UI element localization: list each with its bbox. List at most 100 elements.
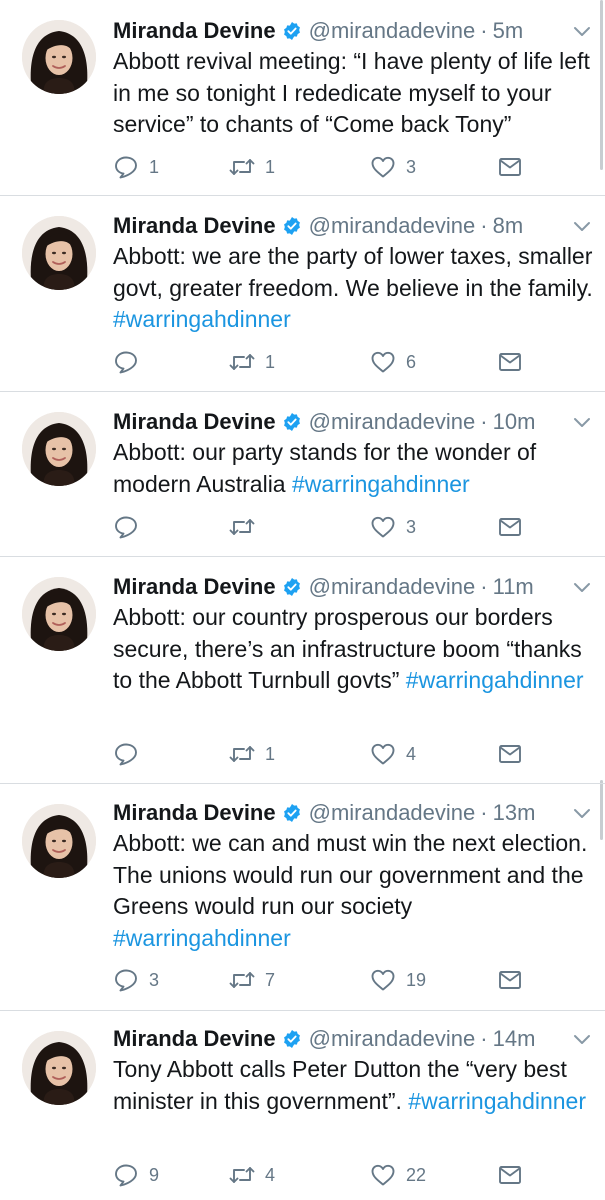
tweet-text: Tony Abbott calls Peter Dutton the “very…: [113, 1054, 593, 1117]
dm-button[interactable]: [497, 512, 523, 542]
reply-button[interactable]: 9: [113, 1160, 159, 1190]
dm-button[interactable]: [497, 739, 523, 769]
dm-button[interactable]: [497, 1160, 523, 1190]
display-name[interactable]: Miranda Devine: [113, 1026, 276, 1052]
envelope-icon: [499, 158, 521, 176]
reply-button[interactable]: [113, 512, 149, 542]
display-name[interactable]: Miranda Devine: [113, 800, 276, 826]
tweet-body: Abbott: we can and must win the next ele…: [113, 830, 588, 919]
tweet[interactable]: Miranda Devine @mirandadevine · 5m Abbot…: [0, 0, 605, 196]
tweet-header: Miranda Devine @mirandadevine · 14m: [113, 1024, 535, 1054]
avatar[interactable]: [22, 1031, 96, 1105]
like-button[interactable]: 6: [370, 347, 416, 377]
handle[interactable]: @mirandadevine: [309, 574, 476, 600]
dm-button[interactable]: [497, 347, 523, 377]
tweet[interactable]: Miranda Devine @mirandadevine · 8m Abbot…: [0, 196, 605, 392]
chevron-down-icon[interactable]: [573, 221, 591, 233]
chevron-down-icon[interactable]: [573, 1034, 591, 1046]
timestamp[interactable]: 11m: [493, 574, 534, 600]
retweet-button[interactable]: [229, 512, 265, 542]
like-button[interactable]: 3: [370, 152, 416, 182]
hashtag-link[interactable]: #warringahdinner: [408, 1088, 586, 1114]
tweet-header: Miranda Devine @mirandadevine · 11m: [113, 572, 534, 602]
timestamp[interactable]: 14m: [493, 1026, 536, 1052]
like-button[interactable]: 4: [370, 739, 416, 769]
reply-button[interactable]: [113, 739, 149, 769]
reply-button[interactable]: [113, 347, 149, 377]
verified-badge-icon: [283, 22, 300, 40]
retweet-button[interactable]: 4: [229, 1160, 275, 1190]
chevron-down-icon[interactable]: [573, 417, 591, 429]
chevron-down-icon[interactable]: [573, 808, 591, 820]
tweet-text: Abbott revival meeting: “I have plenty o…: [113, 46, 593, 141]
retweet-button[interactable]: 7: [229, 965, 275, 995]
hashtag-link[interactable]: #warringahdinner: [292, 471, 470, 497]
handle[interactable]: @mirandadevine: [309, 409, 476, 435]
envelope-icon: [499, 1166, 521, 1184]
retweet-count: 7: [265, 969, 276, 990]
avatar-image: [22, 20, 96, 94]
tweet-actions: 3 7 19: [113, 965, 523, 995]
display-name[interactable]: Miranda Devine: [113, 574, 276, 600]
heart-icon: [371, 1164, 395, 1186]
chevron-down-icon[interactable]: [573, 26, 591, 38]
retweet-icon: [229, 519, 255, 535]
avatar[interactable]: [22, 20, 96, 94]
header-separator: ·: [480, 574, 488, 599]
header-separator: ·: [480, 409, 488, 434]
tweet-body: Abbott: we are the party of lower taxes,…: [113, 243, 593, 301]
hashtag-link[interactable]: #warringahdinner: [113, 925, 291, 951]
tweet[interactable]: Miranda Devine @mirandadevine · 13m Abbo…: [0, 784, 605, 1011]
tweet-header: Miranda Devine @mirandadevine · 8m: [113, 211, 523, 241]
like-count: 3: [406, 516, 417, 537]
heart-icon: [371, 516, 395, 538]
handle[interactable]: @mirandadevine: [309, 800, 476, 826]
avatar[interactable]: [22, 216, 96, 290]
chevron-down-icon[interactable]: [573, 582, 591, 594]
timestamp[interactable]: 10m: [493, 409, 536, 435]
display-name[interactable]: Miranda Devine: [113, 409, 276, 435]
reply-icon: [115, 516, 137, 539]
tweet[interactable]: Miranda Devine @mirandadevine · 10m Abbo…: [0, 392, 605, 557]
reply-count: 9: [149, 1164, 160, 1185]
envelope-icon: [499, 518, 521, 536]
timestamp[interactable]: 13m: [493, 800, 536, 826]
avatar[interactable]: [22, 577, 96, 651]
timestamp[interactable]: 8m: [493, 213, 524, 239]
verified-badge-icon: [283, 578, 300, 596]
reply-icon: [115, 969, 137, 992]
dm-button[interactable]: [497, 965, 523, 995]
like-button[interactable]: 3: [370, 512, 416, 542]
handle[interactable]: @mirandadevine: [309, 213, 476, 239]
like-button[interactable]: 19: [370, 965, 426, 995]
tweet-actions: 1 4: [113, 739, 523, 769]
retweet-count: 1: [265, 743, 276, 764]
handle[interactable]: @mirandadevine: [309, 18, 476, 44]
retweet-button[interactable]: 1: [229, 739, 275, 769]
handle[interactable]: @mirandadevine: [309, 1026, 476, 1052]
like-button[interactable]: 22: [370, 1160, 426, 1190]
avatar[interactable]: [22, 412, 96, 486]
retweet-button[interactable]: 1: [229, 347, 275, 377]
heart-icon: [371, 351, 395, 373]
display-name[interactable]: Miranda Devine: [113, 18, 276, 44]
retweet-icon: [229, 746, 255, 762]
retweet-button[interactable]: 1: [229, 152, 275, 182]
reply-button[interactable]: 1: [113, 152, 159, 182]
display-name[interactable]: Miranda Devine: [113, 213, 276, 239]
hashtag-link[interactable]: #warringahdinner: [113, 306, 291, 332]
tweet-body: Abbott revival meeting: “I have plenty o…: [113, 48, 590, 137]
tweet-text: Abbott: our party stands for the wonder …: [113, 437, 593, 500]
reply-button[interactable]: 3: [113, 965, 159, 995]
tweet[interactable]: Miranda Devine @mirandadevine · 11m Abbo…: [0, 557, 605, 784]
timestamp[interactable]: 5m: [493, 18, 524, 44]
dm-button[interactable]: [497, 152, 523, 182]
like-count: 3: [406, 156, 417, 177]
avatar-image: [22, 412, 96, 486]
tweet[interactable]: Miranda Devine @mirandadevine · 14m Tony…: [0, 1011, 605, 1200]
tweet-feed: Miranda Devine @mirandadevine · 5m Abbot…: [0, 0, 605, 1200]
hashtag-link[interactable]: #warringahdinner: [406, 667, 584, 693]
verified-badge-icon: [283, 217, 300, 235]
avatar[interactable]: [22, 804, 96, 878]
tweet-header: Miranda Devine @mirandadevine · 13m: [113, 798, 535, 828]
